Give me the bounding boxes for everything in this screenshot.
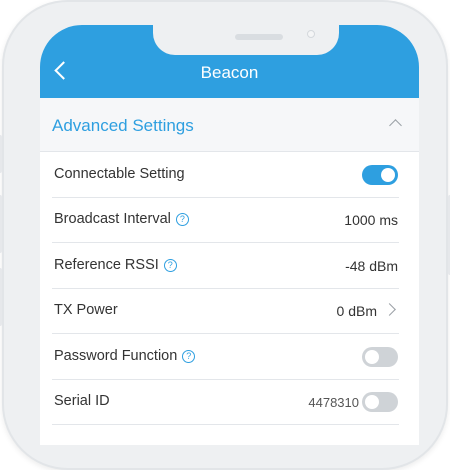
help-icon[interactable]: ? (175, 213, 189, 226)
advanced-settings-header[interactable]: Advanced Settings (40, 98, 419, 152)
row-label: Broadcast Interval? (54, 211, 189, 227)
page-title: Beacon (200, 63, 259, 82)
notch (153, 25, 339, 55)
help-icon[interactable]: ? (163, 259, 177, 272)
phone-frame: Beacon Advanced Settings Connectable Set… (0, 0, 450, 470)
row-label: Serial ID (54, 393, 110, 409)
toggle-knob (365, 350, 379, 364)
chevron-up-icon[interactable] (389, 119, 402, 132)
row-reference-rssi[interactable]: Reference RSSI? -48 dBm (40, 244, 419, 289)
broadcast-interval-value: 1000 ms (344, 212, 398, 228)
row-password-function: Password Function? (40, 335, 419, 380)
serial-id-value: 4478310 (308, 395, 359, 410)
side-button-left-2 (0, 195, 2, 253)
side-button-left-3 (0, 268, 2, 326)
password-function-toggle[interactable] (362, 347, 398, 367)
section-title: Advanced Settings (52, 116, 194, 135)
row-label: Connectable Setting (54, 166, 185, 182)
chevron-right-icon[interactable] (383, 303, 396, 316)
toggle-knob (381, 168, 395, 182)
connectable-toggle[interactable] (362, 165, 398, 185)
settings-content: Advanced Settings Connectable Setting Br… (40, 98, 419, 445)
phone-screen: Beacon Advanced Settings Connectable Set… (40, 25, 419, 445)
row-label: TX Power (54, 302, 118, 318)
tx-power-value: 0 dBm (336, 303, 377, 319)
speaker-grille (235, 34, 283, 40)
front-camera (307, 30, 315, 38)
row-label: Password Function? (54, 348, 196, 364)
help-icon[interactable]: ? (182, 350, 196, 363)
row-serial-id: Serial ID 4478310 (40, 380, 419, 425)
toggle-knob (365, 395, 379, 409)
row-label: Reference RSSI? (54, 257, 177, 273)
serial-id-toggle[interactable] (362, 392, 398, 412)
row-broadcast-interval[interactable]: Broadcast Interval? 1000 ms (40, 198, 419, 243)
row-connectable-setting: Connectable Setting (40, 153, 419, 198)
side-button-left-1 (0, 135, 2, 173)
row-tx-power[interactable]: TX Power 0 dBm (40, 289, 419, 334)
reference-rssi-value: -48 dBm (345, 258, 398, 274)
